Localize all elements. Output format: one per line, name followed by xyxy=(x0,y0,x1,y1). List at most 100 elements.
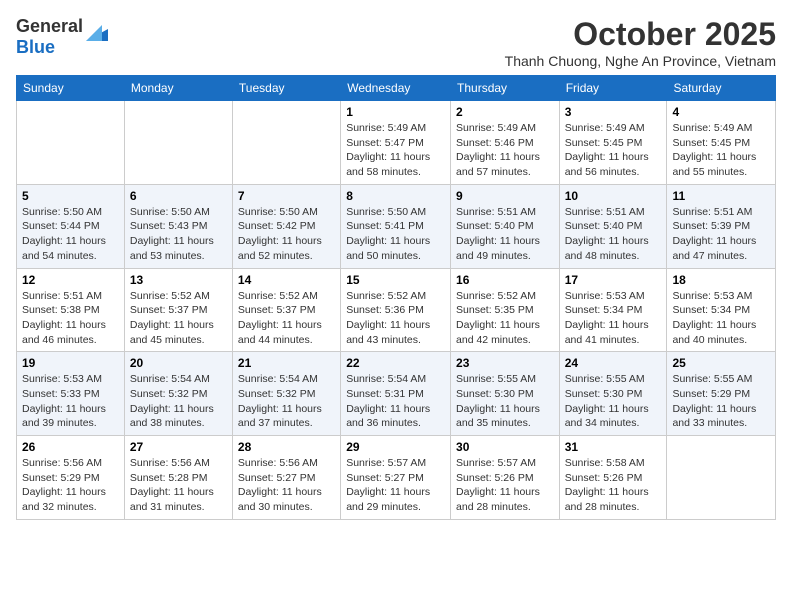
calendar-cell: 1Sunrise: 5:49 AM Sunset: 5:47 PM Daylig… xyxy=(341,101,451,185)
day-info: Sunrise: 5:51 AM Sunset: 5:40 PM Dayligh… xyxy=(456,205,554,264)
calendar-cell: 21 Sunrise: 5:54 AM Sunset: 5:32 PM Dayli… xyxy=(232,352,340,436)
week-row-2: 5 Sunrise: 5:50 AM Sunset: 5:44 PM Daylig… xyxy=(17,184,776,268)
day-number: 28 xyxy=(238,440,335,454)
day-number: 17 xyxy=(565,273,662,287)
calendar-cell: 4Sunrise: 5:49 AM Sunset: 5:45 PM Daylig… xyxy=(667,101,776,185)
day-info: Sunrise: 5:57 AM Sunset: 5:27 PM Dayligh… xyxy=(346,456,445,515)
day-number: 21 xyxy=(238,356,335,370)
calendar-cell: 7Sunrise: 5:50 AM Sunset: 5:42 PM Daylig… xyxy=(232,184,340,268)
weekday-header-row: SundayMondayTuesdayWednesdayThursdayFrid… xyxy=(17,76,776,101)
day-info: Sunrise: 5:50 AM Sunset: 5:43 PM Dayligh… xyxy=(130,205,227,264)
day-info: Sunrise: 5:53 AM Sunset: 5:34 PM Dayligh… xyxy=(565,289,662,348)
day-number: 5 xyxy=(22,189,119,203)
calendar-cell: 9 Sunrise: 5:51 AM Sunset: 5:40 PM Daylig… xyxy=(451,184,560,268)
day-info: Sunrise: 5:51 AM Sunset: 5:40 PM Dayligh… xyxy=(565,205,662,264)
weekday-header-sunday: Sunday xyxy=(17,76,125,101)
calendar-cell: 27 Sunrise: 5:56 AM Sunset: 5:28 PM Dayli… xyxy=(124,436,232,520)
week-row-3: 12 Sunrise: 5:51 AM Sunset: 5:38 PM Dayli… xyxy=(17,268,776,352)
calendar-cell: 23 Sunrise: 5:55 AM Sunset: 5:30 PM Dayli… xyxy=(451,352,560,436)
day-number: 18 xyxy=(672,273,770,287)
day-number: 12 xyxy=(22,273,119,287)
weekday-header-saturday: Saturday xyxy=(667,76,776,101)
day-info: Sunrise: 5:55 AM Sunset: 5:29 PM Dayligh… xyxy=(672,372,770,431)
calendar-cell: 17 Sunrise: 5:53 AM Sunset: 5:34 PM Dayli… xyxy=(559,268,667,352)
calendar-cell: 8Sunrise: 5:50 AM Sunset: 5:41 PM Daylig… xyxy=(341,184,451,268)
day-info: Sunrise: 5:56 AM Sunset: 5:29 PM Dayligh… xyxy=(22,456,119,515)
location-subtitle: Thanh Chuong, Nghe An Province, Vietnam xyxy=(505,53,776,69)
calendar-cell: 10 Sunrise: 5:51 AM Sunset: 5:40 PM Dayli… xyxy=(559,184,667,268)
day-info: Sunrise: 5:54 AM Sunset: 5:32 PM Dayligh… xyxy=(238,372,335,431)
day-number: 4 xyxy=(672,105,770,119)
calendar-cell: 16 Sunrise: 5:52 AM Sunset: 5:35 PM Dayli… xyxy=(451,268,560,352)
day-info: Sunrise: 5:53 AM Sunset: 5:34 PM Dayligh… xyxy=(672,289,770,348)
month-year-title: October 2025 xyxy=(505,16,776,53)
day-info: Sunrise: 5:52 AM Sunset: 5:37 PM Dayligh… xyxy=(238,289,335,348)
logo-blue: Blue xyxy=(16,37,55,57)
logo-icon xyxy=(86,23,108,41)
day-number: 11 xyxy=(672,189,770,203)
day-info: Sunrise: 5:57 AM Sunset: 5:26 PM Dayligh… xyxy=(456,456,554,515)
calendar-cell xyxy=(124,101,232,185)
day-info: Sunrise: 5:52 AM Sunset: 5:35 PM Dayligh… xyxy=(456,289,554,348)
calendar-cell: 26 Sunrise: 5:56 AM Sunset: 5:29 PM Dayli… xyxy=(17,436,125,520)
day-number: 2 xyxy=(456,105,554,119)
day-number: 25 xyxy=(672,356,770,370)
title-area: October 2025 Thanh Chuong, Nghe An Provi… xyxy=(505,16,776,69)
day-info: Sunrise: 5:52 AM Sunset: 5:37 PM Dayligh… xyxy=(130,289,227,348)
calendar-cell: 13 Sunrise: 5:52 AM Sunset: 5:37 PM Dayli… xyxy=(124,268,232,352)
calendar-cell xyxy=(17,101,125,185)
day-info: Sunrise: 5:55 AM Sunset: 5:30 PM Dayligh… xyxy=(456,372,554,431)
weekday-header-wednesday: Wednesday xyxy=(341,76,451,101)
day-number: 19 xyxy=(22,356,119,370)
week-row-1: 1Sunrise: 5:49 AM Sunset: 5:47 PM Daylig… xyxy=(17,101,776,185)
logo-text: General Blue xyxy=(16,16,83,58)
calendar-table: SundayMondayTuesdayWednesdayThursdayFrid… xyxy=(16,75,776,520)
day-info: Sunrise: 5:55 AM Sunset: 5:30 PM Dayligh… xyxy=(565,372,662,431)
day-number: 15 xyxy=(346,273,445,287)
day-info: Sunrise: 5:50 AM Sunset: 5:42 PM Dayligh… xyxy=(238,205,335,264)
calendar-cell xyxy=(667,436,776,520)
calendar-cell: 22 Sunrise: 5:54 AM Sunset: 5:31 PM Dayli… xyxy=(341,352,451,436)
day-number: 1 xyxy=(346,105,445,119)
day-number: 13 xyxy=(130,273,227,287)
calendar-cell: 18 Sunrise: 5:53 AM Sunset: 5:34 PM Dayli… xyxy=(667,268,776,352)
day-number: 24 xyxy=(565,356,662,370)
day-number: 30 xyxy=(456,440,554,454)
calendar-cell: 28Sunrise: 5:56 AM Sunset: 5:27 PM Dayli… xyxy=(232,436,340,520)
day-number: 23 xyxy=(456,356,554,370)
day-number: 6 xyxy=(130,189,227,203)
day-number: 27 xyxy=(130,440,227,454)
calendar-cell: 24 Sunrise: 5:55 AM Sunset: 5:30 PM Dayli… xyxy=(559,352,667,436)
calendar-cell: 2 Sunrise: 5:49 AM Sunset: 5:46 PM Daylig… xyxy=(451,101,560,185)
day-number: 22 xyxy=(346,356,445,370)
week-row-4: 19 Sunrise: 5:53 AM Sunset: 5:33 PM Dayli… xyxy=(17,352,776,436)
day-info: Sunrise: 5:54 AM Sunset: 5:31 PM Dayligh… xyxy=(346,372,445,431)
day-info: Sunrise: 5:49 AM Sunset: 5:46 PM Dayligh… xyxy=(456,121,554,180)
calendar-cell: 14 Sunrise: 5:52 AM Sunset: 5:37 PM Dayli… xyxy=(232,268,340,352)
day-number: 20 xyxy=(130,356,227,370)
day-info: Sunrise: 5:49 AM Sunset: 5:45 PM Dayligh… xyxy=(565,121,662,180)
calendar-cell: 6 Sunrise: 5:50 AM Sunset: 5:43 PM Daylig… xyxy=(124,184,232,268)
calendar-cell: 30 Sunrise: 5:57 AM Sunset: 5:26 PM Dayli… xyxy=(451,436,560,520)
calendar-cell: 5 Sunrise: 5:50 AM Sunset: 5:44 PM Daylig… xyxy=(17,184,125,268)
day-info: Sunrise: 5:51 AM Sunset: 5:38 PM Dayligh… xyxy=(22,289,119,348)
day-info: Sunrise: 5:50 AM Sunset: 5:44 PM Dayligh… xyxy=(22,205,119,264)
calendar-cell xyxy=(232,101,340,185)
weekday-header-tuesday: Tuesday xyxy=(232,76,340,101)
day-info: Sunrise: 5:50 AM Sunset: 5:41 PM Dayligh… xyxy=(346,205,445,264)
calendar-cell: 12 Sunrise: 5:51 AM Sunset: 5:38 PM Dayli… xyxy=(17,268,125,352)
day-number: 9 xyxy=(456,189,554,203)
day-number: 29 xyxy=(346,440,445,454)
calendar-cell: 3Sunrise: 5:49 AM Sunset: 5:45 PM Daylig… xyxy=(559,101,667,185)
calendar-cell: 20Sunrise: 5:54 AM Sunset: 5:32 PM Dayli… xyxy=(124,352,232,436)
week-row-5: 26 Sunrise: 5:56 AM Sunset: 5:29 PM Dayli… xyxy=(17,436,776,520)
calendar-cell: 25 Sunrise: 5:55 AM Sunset: 5:29 PM Dayli… xyxy=(667,352,776,436)
day-number: 10 xyxy=(565,189,662,203)
day-info: Sunrise: 5:51 AM Sunset: 5:39 PM Dayligh… xyxy=(672,205,770,264)
day-number: 14 xyxy=(238,273,335,287)
day-info: Sunrise: 5:56 AM Sunset: 5:28 PM Dayligh… xyxy=(130,456,227,515)
weekday-header-thursday: Thursday xyxy=(451,76,560,101)
day-number: 26 xyxy=(22,440,119,454)
day-number: 16 xyxy=(456,273,554,287)
day-info: Sunrise: 5:53 AM Sunset: 5:33 PM Dayligh… xyxy=(22,372,119,431)
